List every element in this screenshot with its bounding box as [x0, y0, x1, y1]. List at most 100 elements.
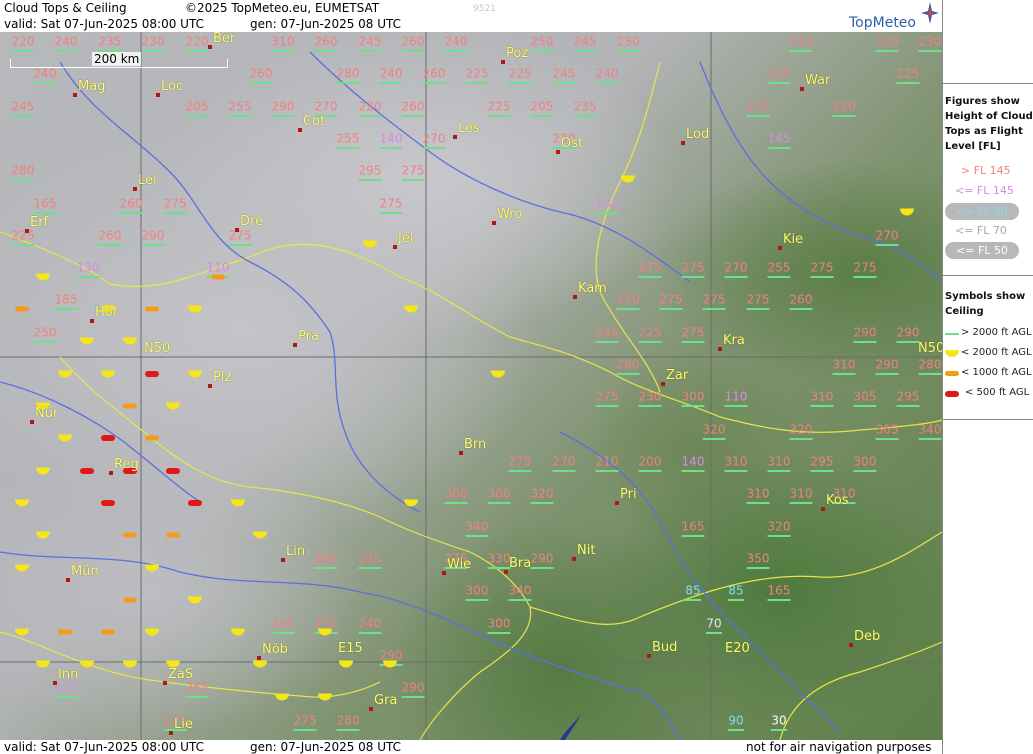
ceiling-green-bar [810, 276, 834, 278]
cloud-top-label: 110 [724, 389, 748, 404]
cloud-top-label: 210 [595, 454, 619, 469]
ceiling-green-bar [896, 405, 920, 407]
ceiling-green-bar [767, 147, 791, 149]
city-label: Kam [578, 281, 607, 296]
cloud-top-label: 260 [422, 66, 446, 81]
city-marker-icon [821, 507, 825, 511]
ceiling-below-1000-symbol [166, 532, 180, 538]
cloud-top-label: 320 [530, 486, 554, 501]
ceiling-green-bar [746, 308, 770, 310]
cloud-top-label: 275 [853, 260, 877, 275]
cloud-top-label: 240 [444, 34, 468, 49]
city-label: Cot [303, 114, 326, 129]
ceiling-green-bar [314, 567, 338, 569]
ceiling-green-bar [681, 470, 705, 472]
ceiling-green-bar [422, 147, 446, 149]
city-marker-icon [615, 501, 619, 505]
ceiling-green-bar [853, 405, 877, 407]
ceiling-below-1000-symbol [15, 306, 29, 312]
city-marker-icon [573, 295, 577, 299]
ceiling-green-bar [11, 244, 35, 246]
cloud-top-label: 290 [853, 325, 877, 340]
ceiling-green-bar [702, 438, 726, 440]
ceiling-green-bar [746, 502, 770, 504]
cloud-top-label: 225 [487, 99, 511, 114]
ceiling-green-bar [508, 470, 532, 472]
ceiling-below-1000-symbol [123, 597, 137, 603]
city-label: Erf [30, 215, 49, 230]
ceiling-green-bar [875, 244, 899, 246]
ceiling-green-bar [487, 115, 511, 117]
cloud-top-label: 165 [681, 519, 705, 534]
ceiling-green-bar [33, 212, 57, 214]
lake [560, 712, 582, 740]
ceiling-green-bar [685, 599, 701, 601]
cloud-top-label: 330 [487, 551, 511, 566]
ceiling-green-bar [746, 567, 770, 569]
cloud-top-label: 245 [11, 99, 35, 114]
ceiling-green-bar [11, 50, 35, 52]
ceiling-green-bar [789, 502, 813, 504]
cloud-top-label: 130 [595, 196, 619, 211]
legend-green-bar [945, 333, 959, 335]
cloud-top-label: 220 [11, 34, 35, 49]
cloud-top-label: 250 [530, 34, 554, 49]
ceiling-below-500-symbol [166, 468, 180, 474]
cloud-top-label: 230 [918, 34, 942, 49]
city-marker-icon [442, 571, 446, 575]
cloud-top-label: 310 [724, 454, 748, 469]
ceiling-green-bar [185, 50, 209, 52]
ceiling-green-bar [422, 82, 446, 84]
cloud-top-label: 240 [33, 66, 57, 81]
ceiling-green-bar [508, 599, 532, 601]
city-marker-icon [25, 229, 29, 233]
cloud-top-label: 270 [724, 260, 748, 275]
ceiling-below-500-symbol [80, 468, 94, 474]
ceiling-green-bar [746, 115, 770, 117]
footer-generated-time: gen: 07-Jun-2025 08 UTC [250, 740, 402, 754]
legend-ceiling-title: Symbols show Ceiling [945, 291, 1026, 317]
ceiling-green-bar [487, 502, 511, 504]
ceiling-green-bar [789, 308, 813, 310]
cloud-top-label: 280 [336, 66, 360, 81]
ceiling-green-bar [724, 276, 748, 278]
city-label: Nür [35, 406, 59, 421]
cloud-top-label: 310 [271, 34, 295, 49]
cloud-top-label: 290 [401, 680, 425, 695]
ceiling-green-bar [98, 244, 122, 246]
ceiling-green-bar [444, 50, 468, 52]
cloud-top-label: 225 [358, 551, 382, 566]
city-label: Deb [854, 629, 881, 644]
ceiling-green-bar [595, 470, 619, 472]
cloud-top-label: 300 [465, 583, 489, 598]
cloud-top-label: 290 [896, 325, 920, 340]
city-marker-icon [369, 707, 373, 711]
ceiling-green-bar [33, 82, 57, 84]
cloud-top-label: 240 [595, 66, 619, 81]
ceiling-green-bar [728, 599, 744, 601]
graticule-label: N50 [144, 341, 171, 356]
legend-fl-le50: <= FL 50 [945, 242, 1019, 259]
ceiling-below-500-symbol [101, 435, 115, 441]
ceiling-green-bar [832, 115, 856, 117]
ceiling-below-1000-symbol [123, 403, 137, 409]
city-marker-icon [393, 245, 397, 249]
city-label: Nöb [262, 642, 288, 657]
cloud-top-label: 220 [358, 99, 382, 114]
ceiling-green-bar [185, 115, 209, 117]
ceiling-green-bar [771, 729, 787, 731]
cloud-top-label: 275 [746, 292, 770, 307]
graticule-label: N50 [918, 341, 942, 356]
city-label: Brn [464, 437, 487, 452]
city-marker-icon [109, 471, 113, 475]
map-area[interactable]: 200 km 220 240 235 230 220 310 260 245 260 240 250… [0, 32, 942, 740]
city-label: Pra [298, 329, 319, 344]
cloud-top-label: 275 [702, 292, 726, 307]
cloud-top-label: 275 [401, 163, 425, 178]
ceiling-green-bar [358, 115, 382, 117]
ceiling-green-bar [616, 373, 640, 375]
cloud-top-label: 275 [228, 228, 252, 243]
city-marker-icon [235, 228, 239, 232]
ceiling-green-bar [681, 341, 705, 343]
cloud-top-label: 110 [206, 260, 230, 275]
